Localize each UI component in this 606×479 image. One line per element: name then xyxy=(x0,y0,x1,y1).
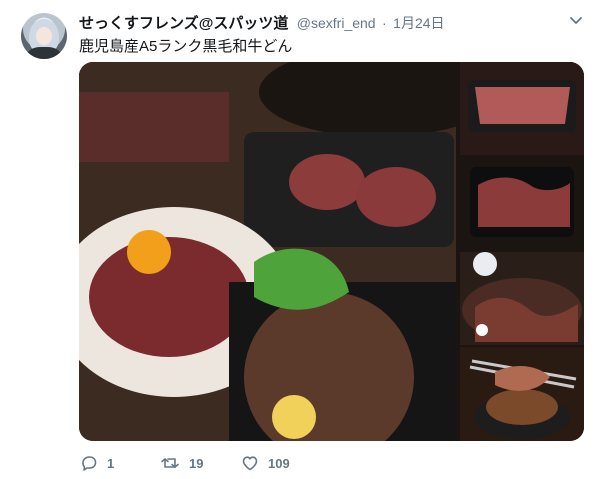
avatar-face xyxy=(36,27,52,45)
tweet-date[interactable]: 1月24日 xyxy=(393,15,444,31)
tweet-text: 鹿児島産A5ランク黒毛和牛どん xyxy=(79,38,293,55)
heart-icon xyxy=(240,453,260,473)
reply-count: 1 xyxy=(107,455,115,471)
retweet-button[interactable]: 19 xyxy=(159,452,203,474)
reply-icon xyxy=(79,453,99,473)
avatar-body xyxy=(27,47,61,59)
retweet-icon xyxy=(159,453,181,473)
user-handle[interactable]: @sexfri_end xyxy=(297,15,376,31)
photo-thumb-2[interactable] xyxy=(460,157,584,250)
like-button[interactable]: 109 xyxy=(240,452,290,474)
like-count: 109 xyxy=(268,455,290,471)
separator-dot: · xyxy=(382,15,387,31)
display-name[interactable]: せっくすフレンズ@スパッツ道 xyxy=(79,15,288,32)
photo-thumb-1[interactable] xyxy=(460,62,584,155)
retweet-count: 19 xyxy=(189,455,204,471)
photo-thumb-3[interactable] xyxy=(460,252,584,345)
photo-thumb-4[interactable] xyxy=(460,347,584,441)
tweet: せっくすフレンズ@スパッツ道 @sexfri_end · 1月24日 鹿児島産A… xyxy=(0,0,606,479)
photo-main[interactable] xyxy=(79,62,499,441)
tweet-header: せっくすフレンズ@スパッツ道 @sexfri_end · 1月24日 xyxy=(79,12,445,32)
media-grid[interactable] xyxy=(79,62,584,441)
reply-button[interactable]: 1 xyxy=(79,452,114,474)
avatar[interactable] xyxy=(21,13,67,59)
chevron-down-icon[interactable] xyxy=(569,14,583,28)
